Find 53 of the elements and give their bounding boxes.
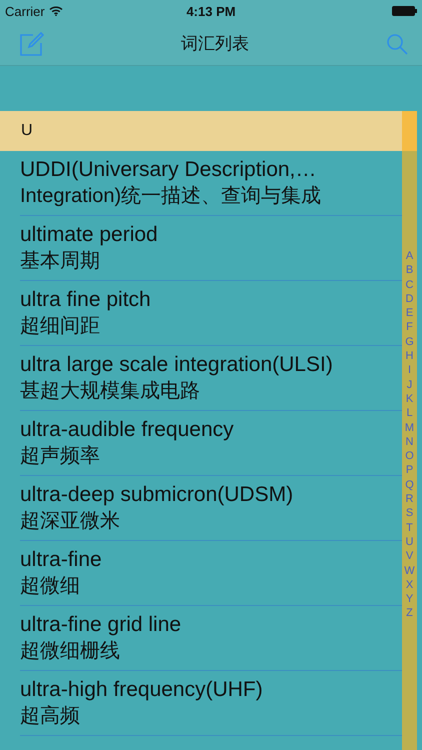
index-letter[interactable]: P (406, 463, 414, 478)
index-letter[interactable]: O (405, 449, 414, 464)
translation-text: 超微细栅线 (20, 639, 121, 664)
index-letter[interactable]: T (406, 520, 413, 535)
wifi-icon (48, 6, 63, 16)
index-letter[interactable]: V (406, 549, 414, 564)
nav-title: 词汇列表 (181, 33, 249, 55)
index-letter[interactable]: H (406, 349, 414, 364)
index-letter[interactable]: W (404, 564, 415, 578)
compose-button[interactable] (20, 32, 44, 56)
term-text: ultra-deep submicron(UDSM) (20, 482, 294, 508)
index-letter[interactable]: B (406, 263, 414, 278)
index-letter[interactable]: J (406, 378, 412, 392)
term-text: ultra large scale integration(ULSI) (20, 352, 334, 378)
index-highlight (402, 111, 417, 151)
index-letter[interactable]: A (406, 249, 414, 264)
translation-text: 超微细 (20, 574, 81, 599)
search-button[interactable] (386, 32, 408, 54)
index-letter[interactable]: N (406, 434, 414, 450)
translation-text: 超声频率 (20, 444, 101, 469)
index-letter[interactable]: R (406, 492, 414, 506)
translation-text: 超高频 (20, 704, 81, 729)
index-letter[interactable]: C (406, 278, 414, 292)
term-text: ultra-fine grid line (20, 612, 182, 638)
battery-icon (392, 6, 418, 16)
index-letter[interactable]: Q (405, 478, 414, 492)
index-letter[interactable]: D (406, 292, 414, 306)
term-text: UDDI(Universary Description,… (20, 157, 318, 183)
index-letter[interactable]: G (405, 334, 414, 350)
translation-text: Integration)统一描述、查询与集成 (20, 184, 322, 209)
index-letter[interactable]: F (406, 320, 413, 335)
index-letter[interactable]: K (406, 392, 414, 406)
index-letter[interactable]: L (406, 406, 413, 421)
translation-text: 超深亚微米 (20, 509, 121, 534)
term-text: ultimate period (20, 222, 159, 248)
clock-label: 4:13 PM (186, 4, 236, 18)
term-text: ultra fine pitch (20, 287, 152, 313)
index-letter[interactable]: X (406, 578, 414, 592)
index-letter[interactable]: I (408, 363, 412, 378)
term-text: ultra-fine (20, 547, 103, 573)
index-letter[interactable]: Y (406, 592, 414, 606)
translation-text: 甚超大规模集成电路 (20, 379, 201, 404)
carrier-label: Carrier (5, 4, 45, 18)
index-letter[interactable]: Z (406, 606, 413, 621)
index-letter[interactable]: U (406, 534, 414, 550)
term-text: ultra-audible frequency (20, 417, 235, 443)
index-letter[interactable]: E (406, 306, 414, 320)
index-letter[interactable]: S (406, 506, 414, 521)
index-letter[interactable]: M (404, 420, 414, 435)
translation-text: 超细间距 (20, 314, 101, 339)
term-text: ultra-high frequency(UHF) (20, 677, 264, 703)
translation-text: 基本周期 (20, 249, 101, 274)
section-header: U (0, 111, 402, 151)
